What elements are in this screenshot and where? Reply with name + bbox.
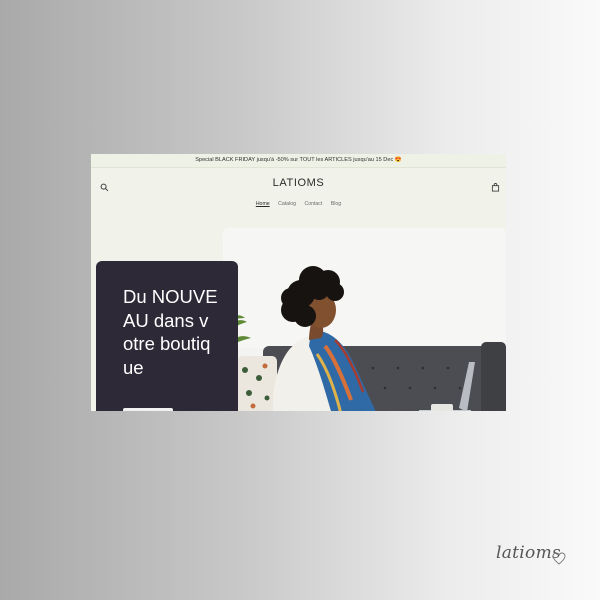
main-nav: Home Catalog Contact Blog (91, 201, 506, 207)
cart-button[interactable] (491, 179, 500, 192)
nav-item-blog[interactable]: Blog (331, 201, 341, 207)
store-logo[interactable]: LATIOMS (91, 177, 506, 189)
hero-title: Du NOUVEAU dans votre boutique (123, 286, 218, 378)
announcement-bar: Special BLACK FRIDAY jusqu'à -50% sur TO… (91, 154, 506, 168)
nav-item-home[interactable]: Home (256, 201, 270, 207)
hero-cta-button[interactable] (123, 408, 173, 411)
storefront-screenshot: Special BLACK FRIDAY jusqu'à -50% sur TO… (91, 154, 506, 411)
heart-icon (552, 552, 566, 565)
nav-item-catalog[interactable]: Catalog (278, 201, 296, 207)
hero-image (223, 228, 506, 411)
hero-promo-card: Du NOUVEAU dans votre boutique (96, 261, 238, 411)
announcement-text: Special BLACK FRIDAY jusqu'à -50% sur TO… (195, 157, 402, 163)
shopping-bag-icon (491, 183, 500, 192)
nav-item-contact[interactable]: Contact (304, 201, 322, 207)
